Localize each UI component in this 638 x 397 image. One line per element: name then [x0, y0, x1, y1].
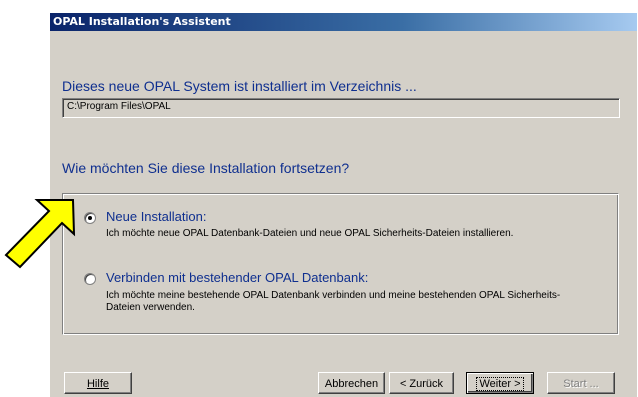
install-path-value: C:\Program Files\OPAL — [67, 101, 171, 112]
option-connect-existing-description: Ich möchte meine bestehende OPAL Datenba… — [106, 290, 561, 313]
help-button-label: Hilfe — [86, 378, 109, 390]
install-path-field: C:\Program Files\OPAL — [62, 98, 620, 118]
install-dir-heading: Dieses neue OPAL System ist installiert … — [62, 78, 417, 94]
option-new-installation-label[interactable]: Neue Installation: — [106, 209, 206, 224]
option-new-installation-description: Ich möchte neue OPAL Datenbank-Dateien u… — [106, 228, 514, 239]
next-button[interactable]: Weiter > — [466, 372, 534, 394]
help-button[interactable]: Hilfe — [64, 372, 132, 394]
next-button-label: Weiter > — [476, 377, 524, 391]
back-button[interactable]: < Zurück — [389, 372, 454, 394]
continue-question: Wie möchten Sie diese Installation forts… — [62, 160, 350, 176]
option-connect-existing-label[interactable]: Verbinden mit bestehender OPAL Datenbank… — [106, 270, 368, 285]
options-group: Neue Installation: Ich möchte neue OPAL … — [62, 193, 619, 335]
window-title: OPAL Installation's Assistent — [53, 15, 231, 28]
start-button-label: Start ... — [563, 378, 599, 390]
yellow-arrow-icon — [4, 199, 76, 269]
cancel-button-label: Abbrechen — [324, 378, 379, 390]
cancel-button[interactable]: Abbrechen — [318, 372, 385, 394]
back-button-label: < Zurück — [399, 378, 444, 390]
installer-dialog: OPAL Installation's Assistent Dieses neu… — [50, 13, 637, 397]
title-bar[interactable]: OPAL Installation's Assistent — [50, 13, 637, 31]
start-button: Start ... — [547, 372, 615, 394]
